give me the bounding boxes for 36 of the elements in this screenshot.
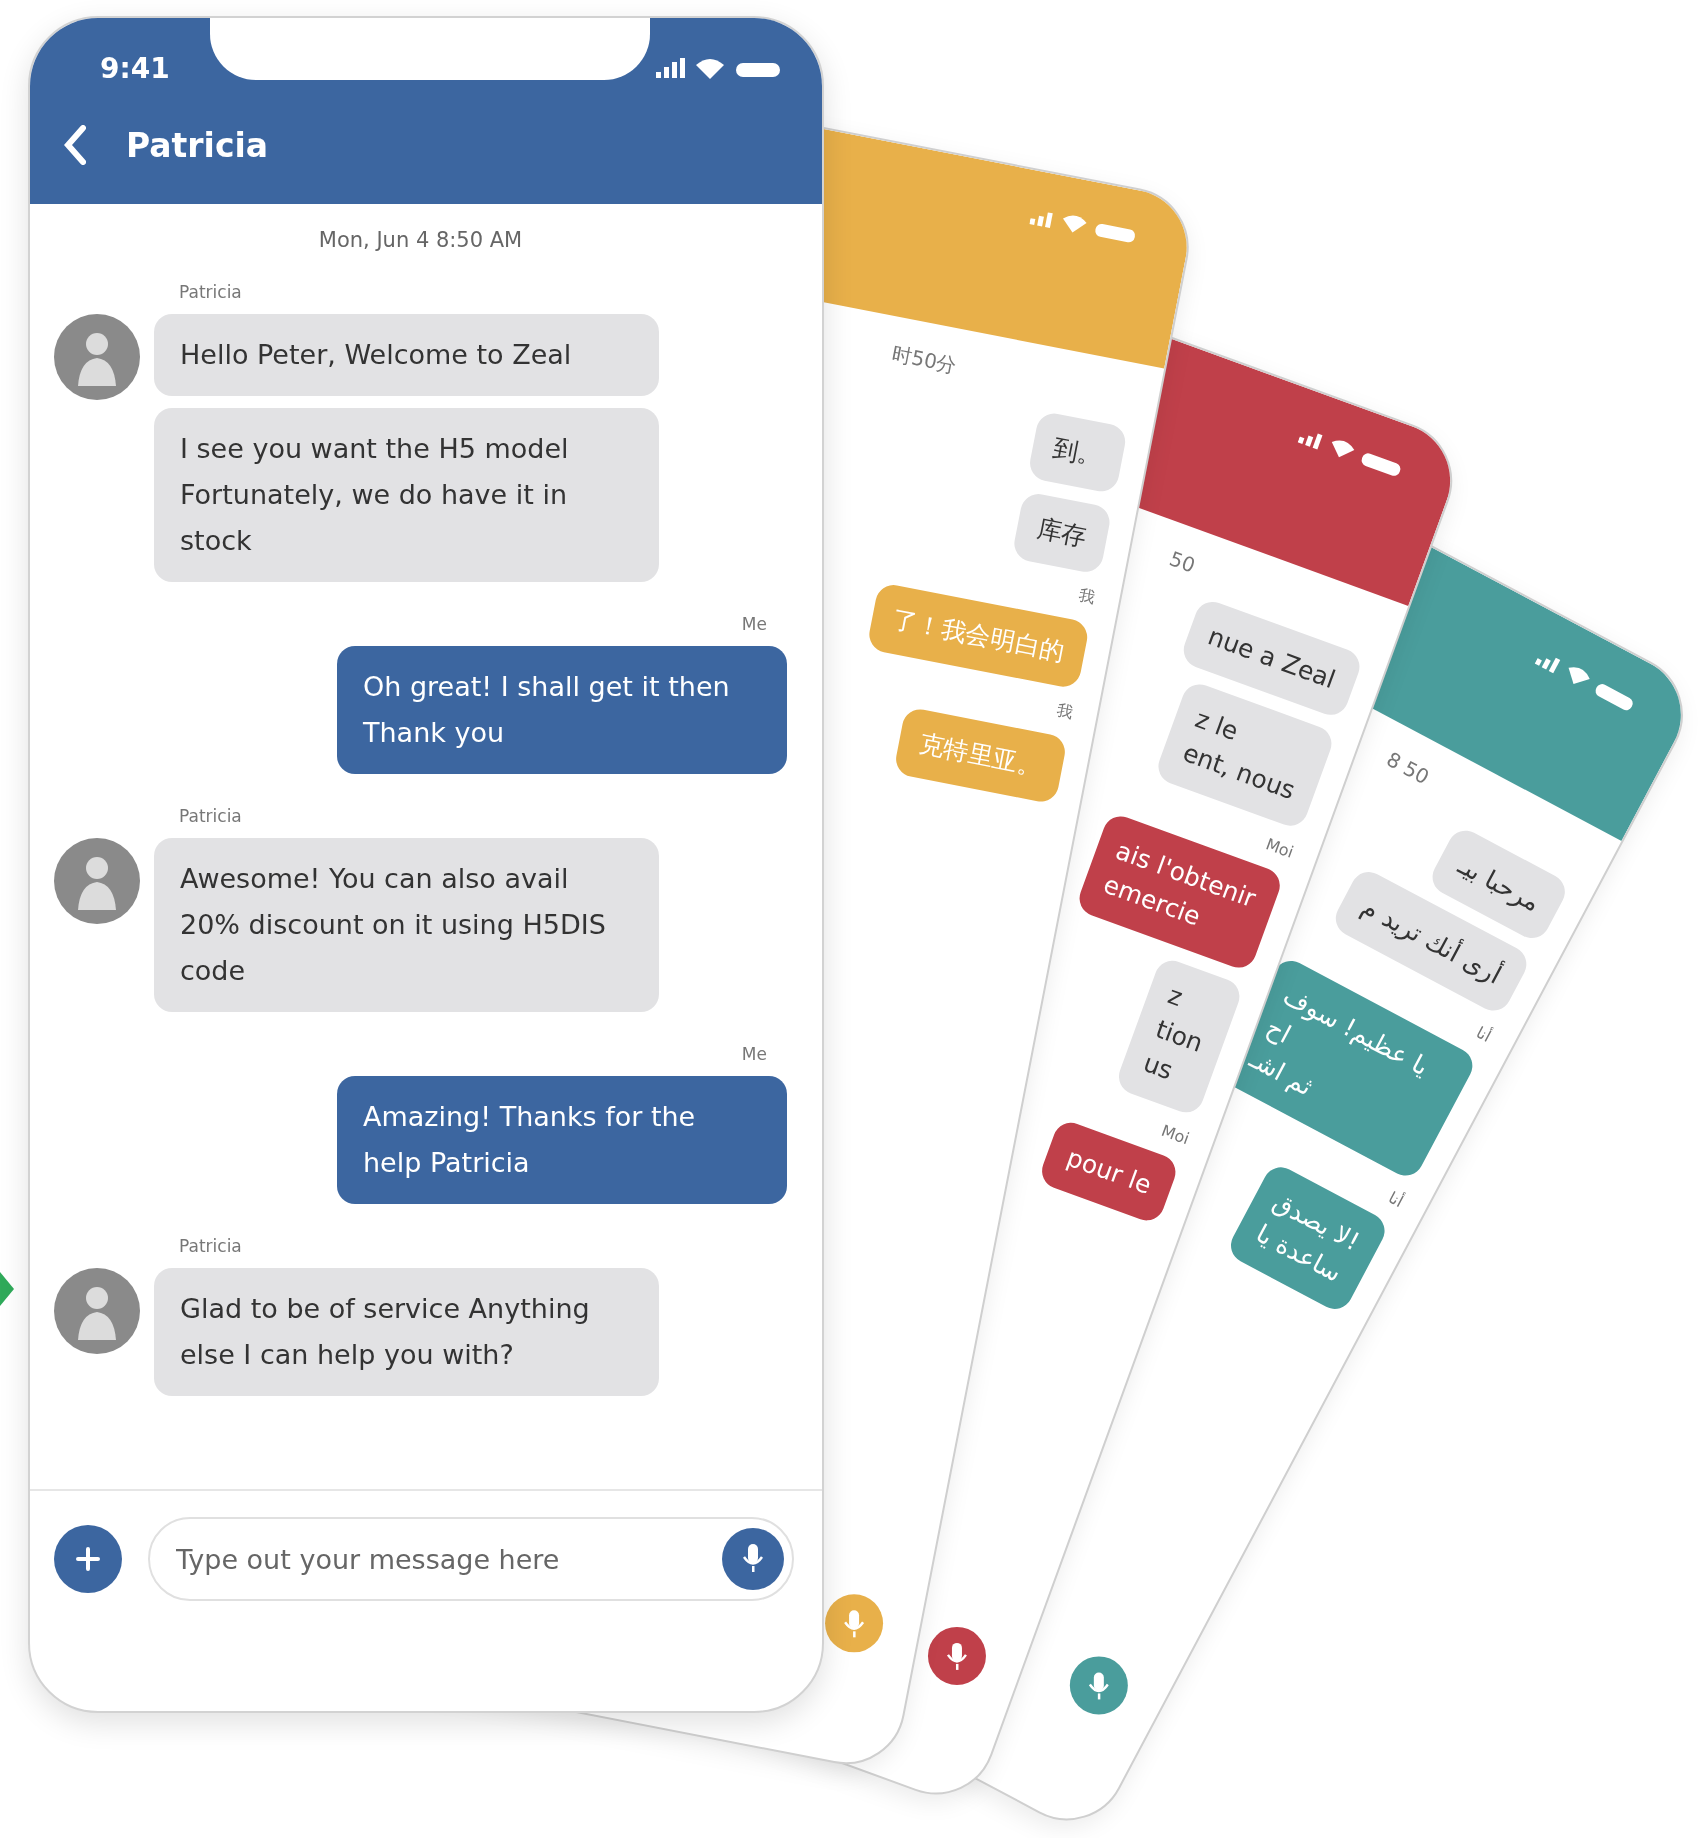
sent-message: Amazing! Thanks for the help Patricia: [337, 1076, 787, 1204]
message-field[interactable]: Type out your message here: [148, 1517, 794, 1601]
battery-icon: [736, 62, 780, 77]
signal-icon: [1297, 433, 1323, 450]
sender-label: Patricia: [179, 282, 243, 302]
sender-label: Patricia: [179, 806, 243, 826]
signal-icon: [656, 57, 685, 78]
received-message: Glad to be of service Anything else I can help you with?: [154, 1268, 659, 1396]
microphone-icon: [742, 1543, 764, 1575]
sender-label: Me: [741, 614, 767, 634]
plus-icon: [75, 1546, 101, 1572]
arrow-icon: [0, 1272, 14, 1306]
wifi-icon: [1568, 667, 1590, 685]
microphone-icon: [1088, 1670, 1109, 1700]
received-message: I see you want the H5 model Fortunately, we do have it in stock: [154, 408, 659, 582]
date-label: 时50分: [889, 340, 959, 380]
wifi-icon: [1331, 440, 1355, 458]
received-message: Hello Peter, Welcome to Zeal: [154, 314, 659, 396]
contact-name: Patricia: [126, 125, 269, 165]
microphone-button[interactable]: [722, 1528, 784, 1590]
sender-label: Me: [741, 1044, 767, 1064]
wifi-icon: [696, 58, 724, 79]
date-label: 50: [1166, 546, 1199, 578]
status-time: 9:41: [100, 52, 170, 85]
microphone-icon: [946, 1641, 967, 1671]
signal-icon: [1534, 657, 1561, 674]
received-message: Awesome! You can also avail 20% discount on it using H5DIS code: [154, 838, 659, 1012]
message-input[interactable]: Type out your message here: [174, 1542, 722, 1576]
microphone-icon: [844, 1608, 865, 1638]
sender-label: Patricia: [179, 1236, 243, 1256]
signal-icon: [1029, 212, 1053, 229]
back-icon[interactable]: [64, 125, 86, 165]
sent-message: Oh great! I shall get it then Thank you: [337, 646, 787, 774]
date-label: 8 50: [1382, 747, 1434, 790]
date-label: Mon, Jun 4 8:50 AM: [317, 228, 524, 252]
wifi-icon: [1063, 215, 1087, 233]
